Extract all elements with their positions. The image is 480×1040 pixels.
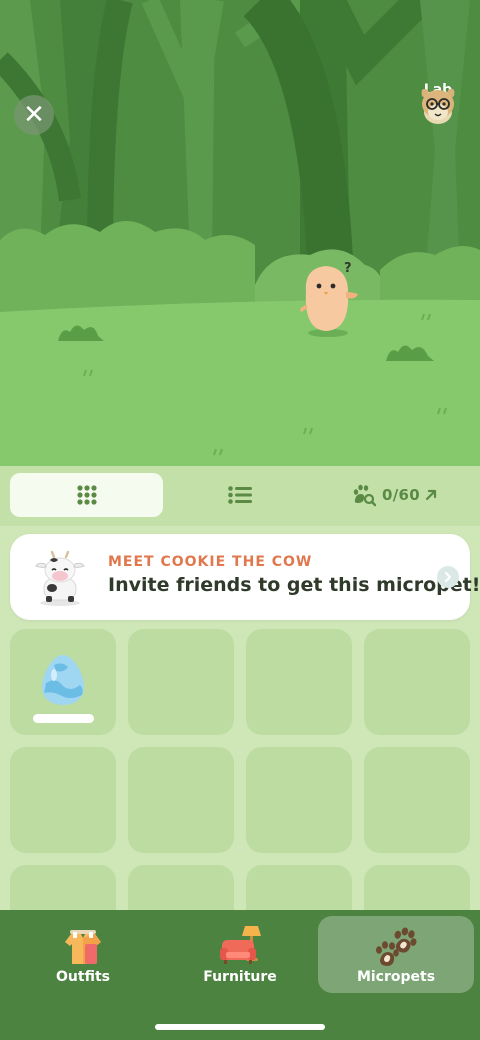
pet-thought-mark: ? <box>344 261 352 276</box>
micropets-panel: MEET COOKIE THE COW Invite friends to ge… <box>0 526 480 910</box>
tab-outfits[interactable]: Outfits <box>5 916 161 993</box>
paw-prints-icon <box>376 927 417 966</box>
micropet-slot[interactable] <box>10 865 116 910</box>
egg-progress-bar <box>33 714 94 723</box>
couch-lamp-icon <box>220 926 261 964</box>
banner-kicker: MEET COOKIE THE COW <box>108 554 313 570</box>
lab-button[interactable]: Lab <box>414 82 462 124</box>
collection-count-button[interactable]: 0/60 <box>340 473 450 517</box>
shirt-icon <box>65 930 101 964</box>
micropet-slot[interactable] <box>128 865 234 910</box>
tab-micropets[interactable]: Micropets <box>318 916 474 993</box>
forest-background: ? <box>0 0 480 466</box>
list-view-tab[interactable] <box>200 473 280 517</box>
forest-scene: ? ✕ Lab <box>0 0 480 466</box>
tab-furniture-label: Furniture <box>203 969 277 985</box>
micropet-slot[interactable] <box>364 629 470 735</box>
list-icon <box>228 486 252 504</box>
lab-avatar-icon <box>421 88 455 124</box>
close-icon: ✕ <box>23 100 45 130</box>
close-button[interactable]: ✕ <box>14 95 54 135</box>
grid-icon <box>76 485 97 505</box>
grid-view-tab[interactable] <box>10 473 163 517</box>
micropet-slot[interactable] <box>246 629 352 735</box>
egg-icon <box>42 655 84 705</box>
paw-search-icon <box>353 484 376 507</box>
cow-icon <box>35 550 85 606</box>
micropet-slot[interactable] <box>10 747 116 853</box>
bottom-nav: Outfits Furniture Micropets <box>0 910 480 1040</box>
tab-outfits-label: Outfits <box>56 969 110 985</box>
micropet-slot[interactable] <box>128 629 234 735</box>
chevron-right-icon <box>437 566 459 588</box>
collection-count: 0/60 <box>382 486 420 504</box>
micropet-slot[interactable] <box>364 865 470 910</box>
micropet-slot[interactable] <box>364 747 470 853</box>
home-indicator[interactable] <box>155 1024 325 1030</box>
banner-text: Invite friends to get this micropet! <box>108 574 480 596</box>
tab-furniture[interactable]: Furniture <box>162 916 318 993</box>
tab-micropets-label: Micropets <box>356 969 436 985</box>
micropet-slot[interactable] <box>128 747 234 853</box>
micropet-slot[interactable] <box>10 629 116 735</box>
invite-banner[interactable]: MEET COOKIE THE COW Invite friends to ge… <box>10 534 480 620</box>
view-toolbar: 0/60 <box>0 466 480 526</box>
micropet-slot[interactable] <box>246 865 352 910</box>
arrow-up-right-icon <box>425 489 437 501</box>
micropet-slot[interactable] <box>246 747 352 853</box>
